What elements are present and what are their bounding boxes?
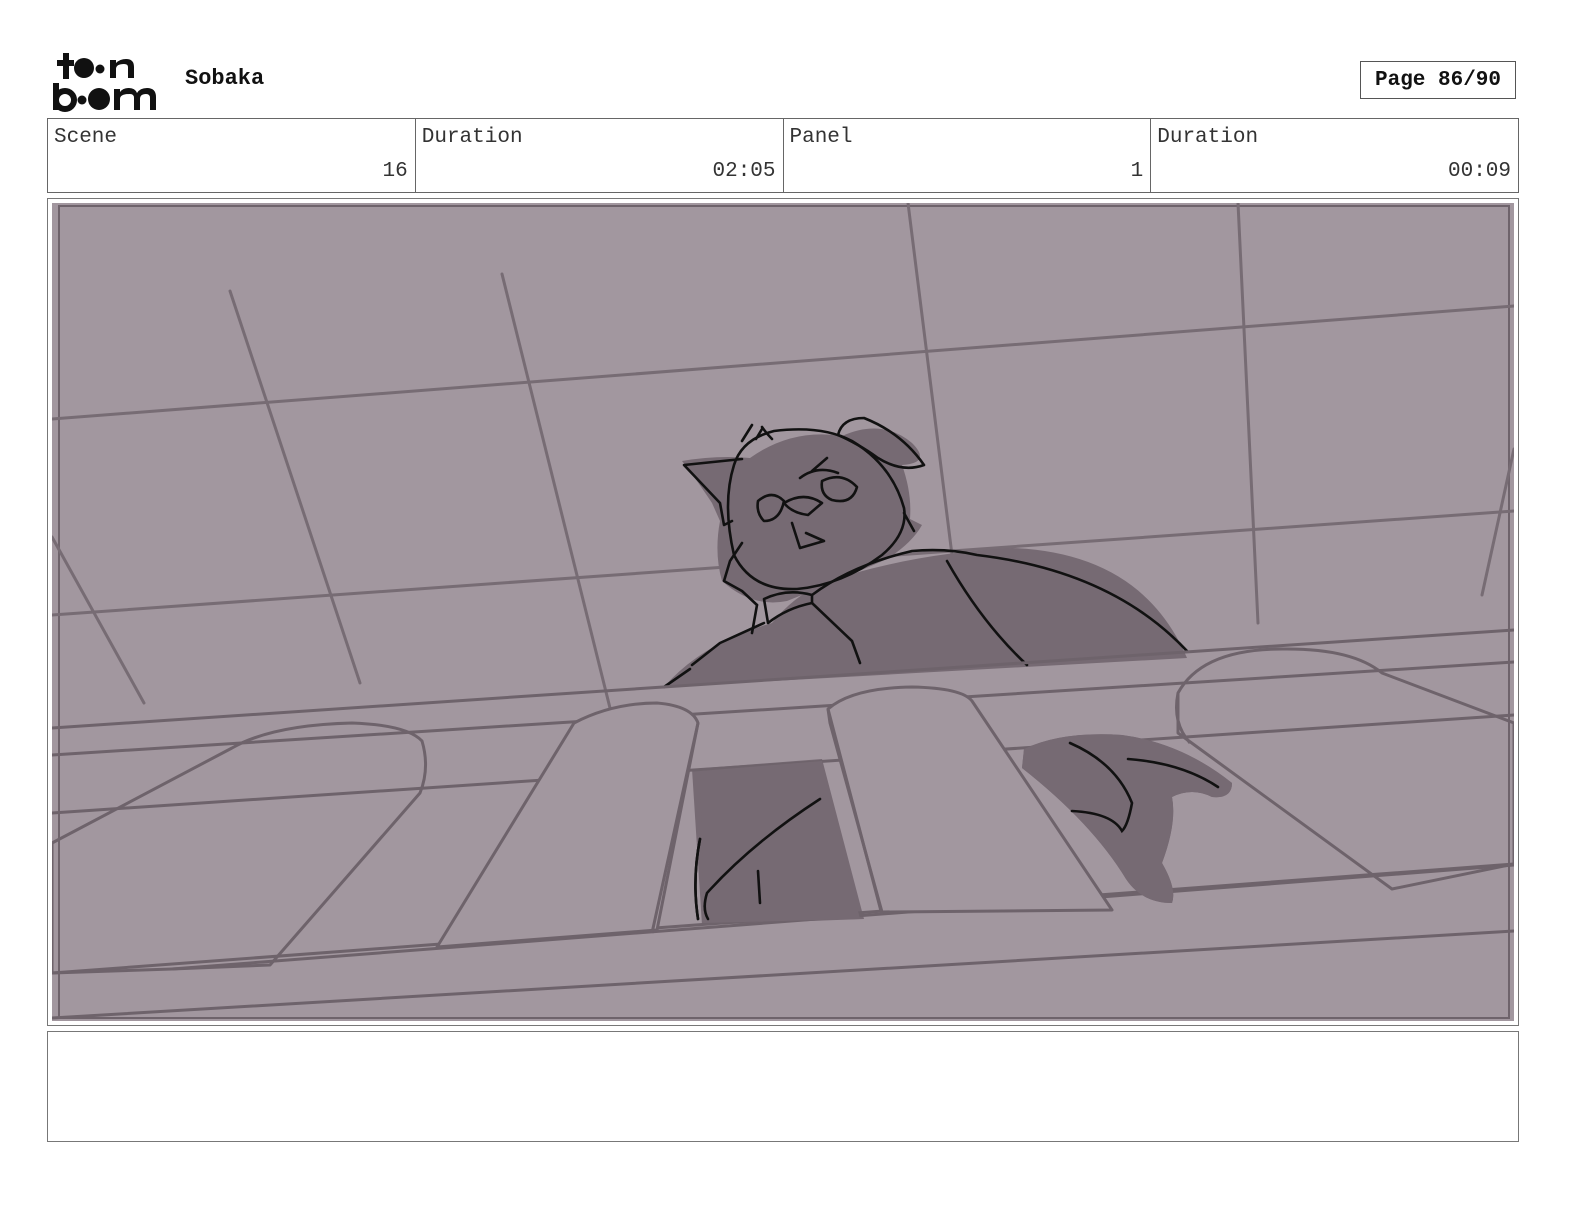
toon-boom-logo <box>52 50 164 112</box>
panel-notes[interactable] <box>47 1031 1519 1142</box>
panel-info-row: Scene 16 Duration 02:05 Panel 1 Duration… <box>47 118 1519 193</box>
panel-sketch <box>52 203 1514 1021</box>
scene-label: Scene <box>54 126 118 149</box>
panel-duration-cell: Duration 00:09 <box>1151 119 1518 192</box>
scene-cell: Scene 16 <box>48 119 416 192</box>
project-title: Sobaka <box>185 66 265 91</box>
scene-duration-value: 02:05 <box>712 160 776 183</box>
scene-value: 16 <box>382 160 408 183</box>
panel-value: 1 <box>1130 160 1144 183</box>
panel-duration-label: Duration <box>1157 126 1259 149</box>
scene-duration-label: Duration <box>421 126 523 149</box>
storyboard-panel <box>47 198 1519 1026</box>
scene-duration-cell: Duration 02:05 <box>416 119 784 192</box>
panel-duration-value: 00:09 <box>1447 160 1511 183</box>
page-indicator: Page 86/90 <box>1360 61 1516 99</box>
panel-label: Panel <box>789 126 853 149</box>
panel-cell: Panel 1 <box>784 119 1152 192</box>
